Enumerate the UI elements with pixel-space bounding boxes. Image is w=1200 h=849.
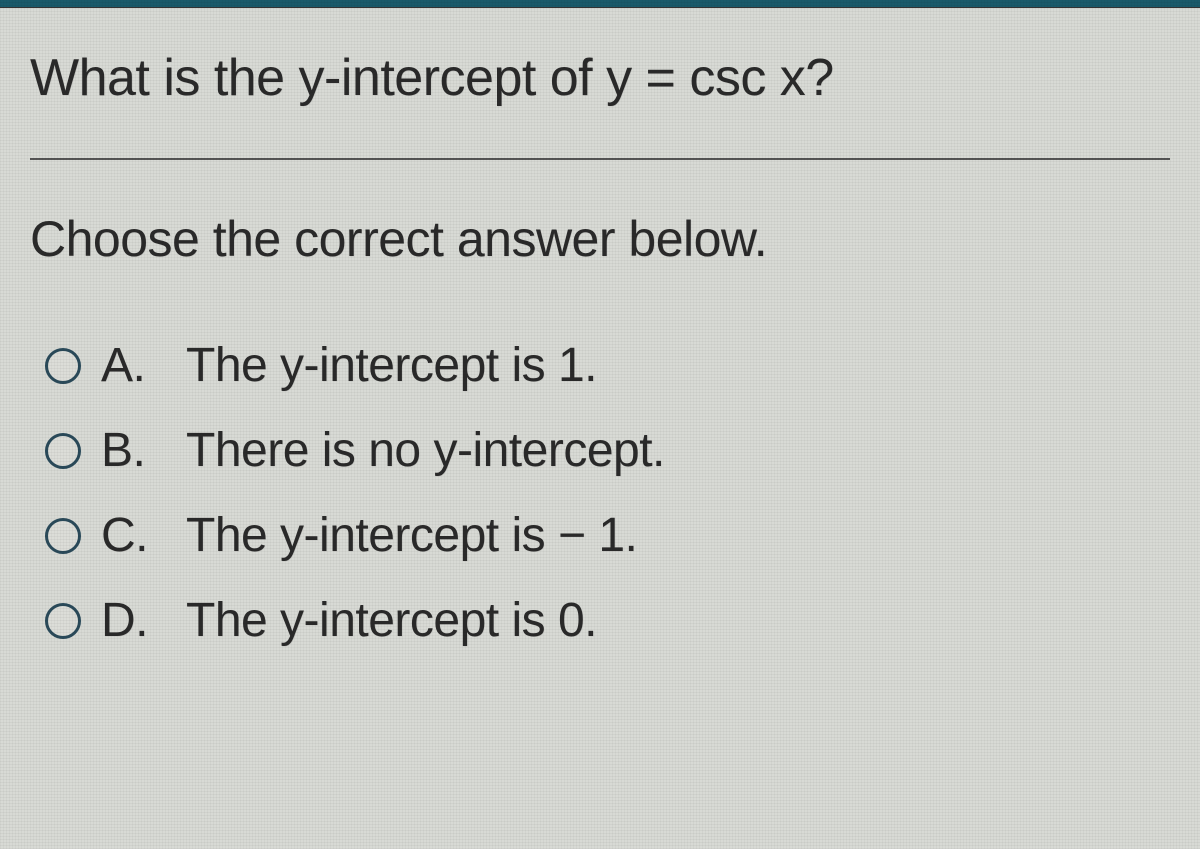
option-letter: C. — [101, 508, 156, 563]
radio-icon[interactable] — [45, 433, 81, 469]
question-content: What is the y-intercept of y = csc x? Ch… — [0, 8, 1200, 708]
radio-icon[interactable] — [45, 348, 81, 384]
radio-icon[interactable] — [45, 518, 81, 554]
option-c[interactable]: C. The y-intercept is − 1. — [45, 508, 1170, 563]
option-letter: A. — [101, 338, 156, 393]
instruction-text: Choose the correct answer below. — [30, 210, 1170, 268]
option-b[interactable]: B. There is no y-intercept. — [45, 423, 1170, 478]
option-d[interactable]: D. The y-intercept is 0. — [45, 593, 1170, 648]
option-text: The y-intercept is 1. — [186, 338, 597, 393]
option-text: The y-intercept is − 1. — [186, 508, 637, 563]
options-list: A. The y-intercept is 1. B. There is no … — [30, 338, 1170, 648]
radio-icon[interactable] — [45, 603, 81, 639]
window-top-bar — [0, 0, 1200, 8]
option-a[interactable]: A. The y-intercept is 1. — [45, 338, 1170, 393]
option-text: There is no y-intercept. — [186, 423, 665, 478]
question-text: What is the y-intercept of y = csc x? — [30, 48, 1170, 108]
section-divider — [30, 158, 1170, 160]
option-letter: D. — [101, 593, 156, 648]
option-text: The y-intercept is 0. — [186, 593, 597, 648]
option-letter: B. — [101, 423, 156, 478]
